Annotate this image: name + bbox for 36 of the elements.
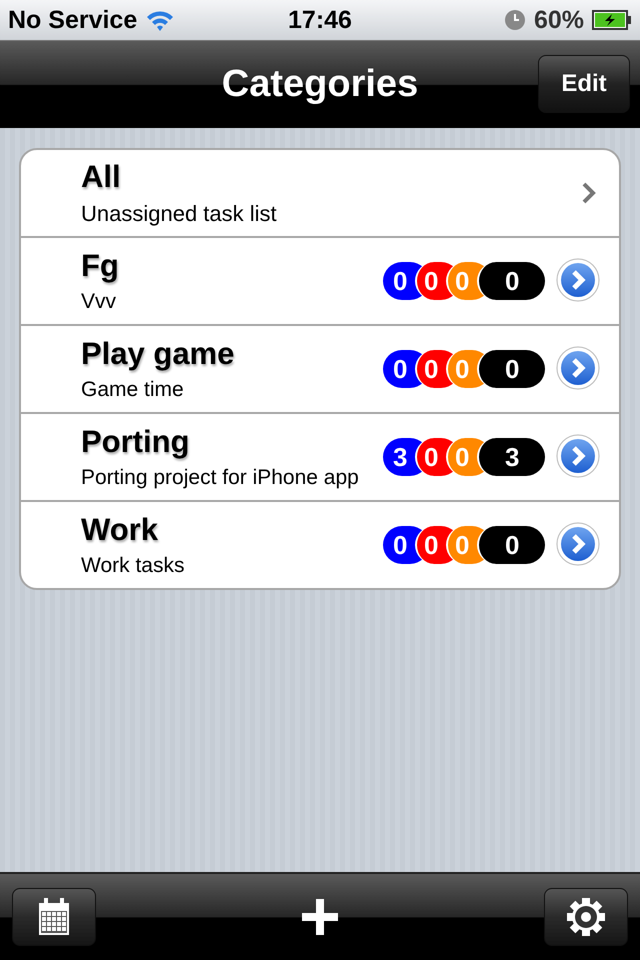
disclosure-button[interactable] — [555, 346, 601, 392]
calendar-icon — [37, 897, 71, 937]
clock-icon — [504, 9, 526, 31]
category-row[interactable]: Work Work tasks 0 0 0 0 — [21, 500, 619, 588]
battery-percent: 60% — [534, 6, 584, 34]
category-subtitle: Vvv — [81, 290, 118, 314]
category-row[interactable]: Fg Vvv 0 0 0 0 — [21, 236, 619, 324]
nav-title: Categories — [222, 63, 418, 106]
category-name: Fg — [81, 248, 120, 284]
category-row[interactable]: Porting Porting project for iPhone app 3 0 0 3 — [21, 412, 619, 500]
add-button[interactable] — [300, 897, 340, 937]
count-badge: 3 — [477, 438, 545, 476]
count-badge: 0 — [477, 350, 545, 388]
chevron-icon — [581, 181, 597, 205]
calendar-button[interactable] — [12, 888, 96, 946]
count-badge: 0 — [477, 262, 545, 300]
battery-icon — [592, 9, 632, 31]
category-name: All — [81, 159, 122, 195]
category-name: Play game — [81, 336, 236, 372]
category-subtitle: Unassigned task list — [81, 201, 278, 227]
settings-button[interactable] — [544, 888, 628, 946]
count-badge: 0 — [477, 526, 545, 564]
category-row[interactable]: All Unassigned task list — [21, 150, 619, 236]
category-subtitle: Game time — [81, 378, 185, 402]
disclosure-button[interactable] — [555, 258, 601, 304]
carrier-text: No Service — [8, 6, 138, 34]
category-name: Work — [81, 512, 159, 548]
edit-button[interactable]: Edit — [538, 55, 630, 113]
category-subtitle: Work tasks — [81, 554, 186, 578]
category-name: Porting — [81, 424, 190, 460]
status-time: 17:46 — [288, 6, 352, 34]
settings-icon — [564, 895, 608, 939]
category-subtitle: Porting project for iPhone app — [81, 466, 360, 490]
category-row[interactable]: Play game Game time 0 0 0 0 — [21, 324, 619, 412]
disclosure-button[interactable] — [555, 434, 601, 480]
disclosure-button[interactable] — [555, 522, 601, 568]
